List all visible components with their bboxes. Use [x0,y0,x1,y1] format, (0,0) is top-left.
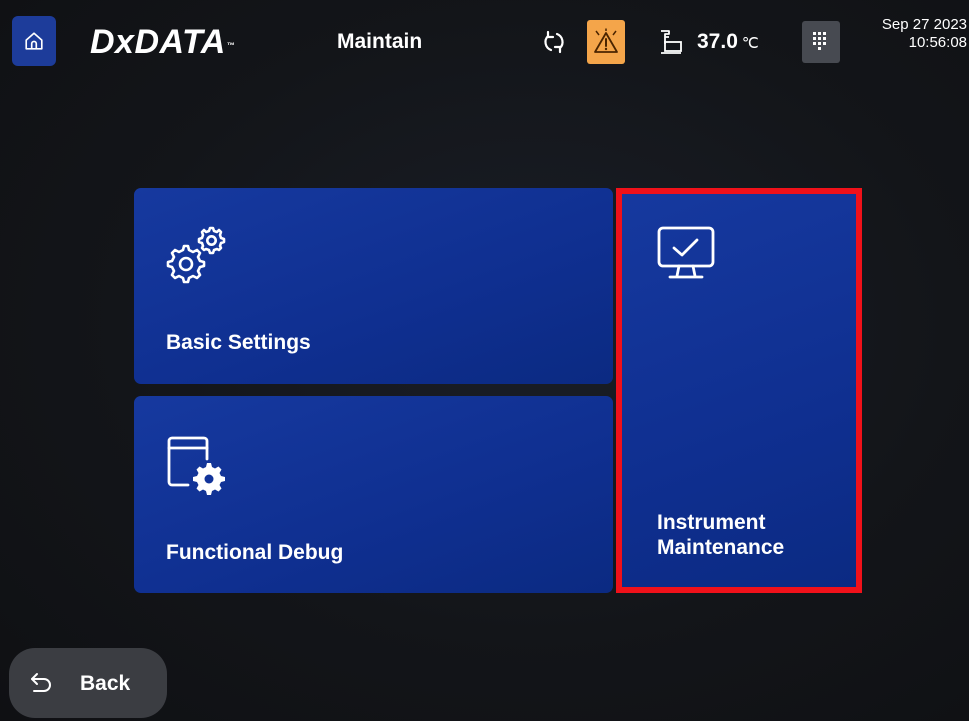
basic-settings-tile[interactable]: Basic Settings [134,188,613,384]
keypad-icon [813,32,826,50]
temperature-readout: 37.0 ℃ [697,30,759,54]
functional-debug-label: Functional Debug [166,541,344,564]
time-text: 10:56:08 [908,34,967,51]
brand-logo: DxDATA™ [90,22,235,62]
window-gear-icon [167,436,225,495]
page-title: Maintain [337,30,423,53]
warning-icon [594,28,618,53]
top-bar: DxDATA™ Maintain 37.0 ℃ Sep 27 2023 10:5… [0,0,969,86]
trademark-mark: ™ [226,41,236,50]
instrument-maintenance-tile[interactable]: Instrument Maintenance [616,188,862,593]
instrument-maintenance-label: Instrument Maintenance [657,511,785,559]
temperature-value: 37.0 [697,30,738,53]
home-button[interactable] [12,16,56,66]
temperature-unit: ℃ [741,35,759,52]
sync-icon[interactable] [540,28,568,56]
keypad-button[interactable] [802,21,840,63]
back-button[interactable]: Back [9,648,167,718]
back-label: Back [80,672,131,695]
back-arrow-icon [31,673,51,692]
gears-icon [166,226,226,284]
basic-settings-label: Basic Settings [166,331,311,354]
date-time: Sep 27 2023 10:56:08 [882,16,967,52]
logo-text: DxDATA [90,23,226,61]
monitor-check-icon [657,226,715,279]
date-text: Sep 27 2023 [881,16,967,33]
home-icon [25,32,43,50]
thermometer-icon [661,30,682,54]
functional-debug-tile[interactable]: Functional Debug [134,396,613,593]
alarm-button[interactable] [587,20,625,64]
